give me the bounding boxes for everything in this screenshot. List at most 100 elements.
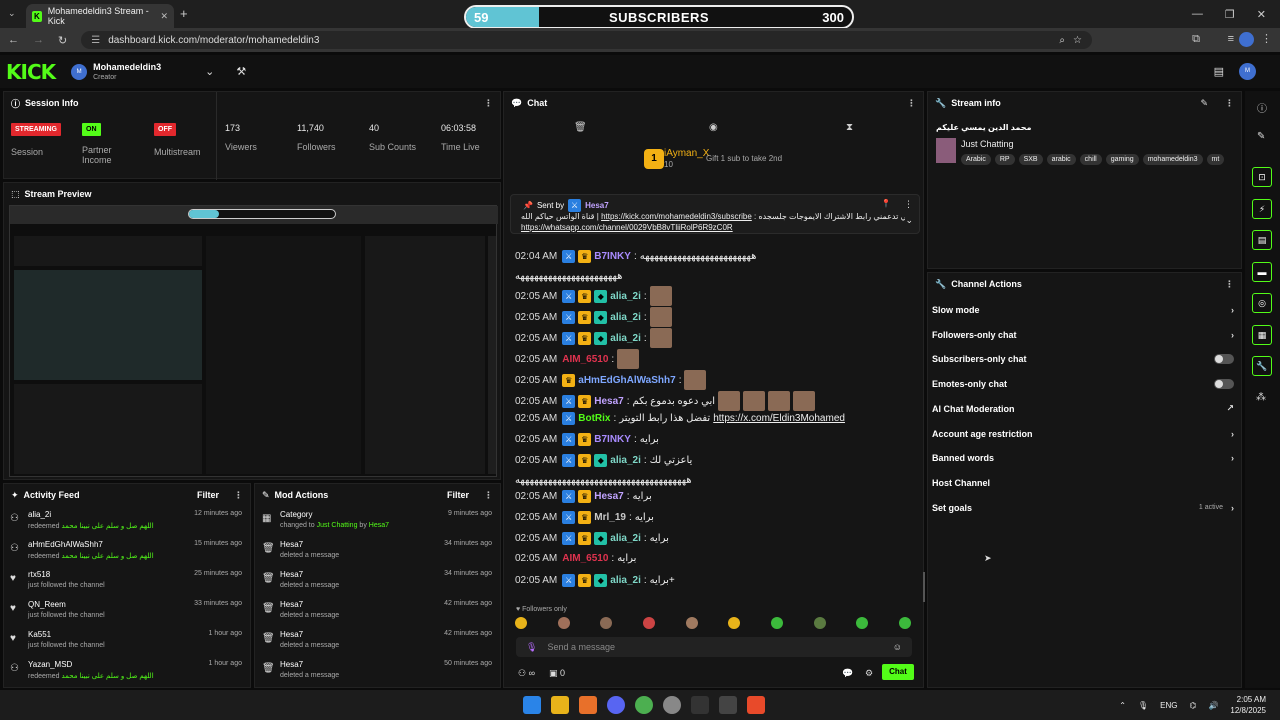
unpin-icon[interactable]: 📍 bbox=[881, 199, 891, 208]
mod-action-item[interactable]: ▦ Category changed to Just Chatting by Hes… bbox=[262, 510, 492, 540]
channel-action-item[interactable]: Slow mode › bbox=[932, 301, 1234, 319]
info-icon[interactable]: ⓘ bbox=[1257, 100, 1267, 115]
emote-icon[interactable] bbox=[770, 617, 783, 629]
pinned-subscribe-link[interactable]: https://kick.com/mohamedeldin3/subscribe bbox=[601, 212, 752, 221]
chat-username[interactable]: B7INKY bbox=[594, 251, 631, 262]
mod-action-item[interactable]: 🗑 Hesa7 deleted a message 34 minutes ago bbox=[262, 570, 492, 600]
stream-tag[interactable]: chill bbox=[1079, 154, 1102, 165]
app-icon[interactable] bbox=[579, 696, 597, 714]
chat-message[interactable]: ههههههههههههههههههههههه bbox=[515, 271, 622, 282]
emote-icon[interactable] bbox=[856, 617, 869, 629]
profile-avatar[interactable] bbox=[1239, 32, 1254, 47]
chat-username[interactable]: alia_2i bbox=[610, 455, 641, 466]
channel-action-item[interactable]: Subscribers-only chat bbox=[932, 350, 1234, 368]
settings-icon[interactable]: ⚙ bbox=[865, 668, 873, 679]
activity-user[interactable]: Yazan_MSD bbox=[28, 660, 72, 669]
chat-emote[interactable] bbox=[768, 391, 791, 411]
close-tab-icon[interactable]: ✕ bbox=[160, 11, 168, 22]
more-options-icon[interactable]: ⋮ bbox=[1225, 279, 1234, 290]
activity-user[interactable]: rtx518 bbox=[28, 570, 50, 579]
channel-action-item[interactable]: Followers-only chat › bbox=[932, 326, 1234, 344]
zoom-icon[interactable]: ⌕ bbox=[1059, 35, 1065, 46]
tab-list-icon[interactable]: ⌄ bbox=[8, 8, 16, 19]
rail-wrench-icon[interactable]: 🔧 bbox=[1252, 356, 1272, 376]
stream-tag[interactable]: gaming bbox=[1105, 154, 1139, 165]
activity-user[interactable]: QN_Reem bbox=[28, 600, 66, 609]
activity-item[interactable]: ⚇ Yazan_MSD redeemed اللهم صل و سلم على نب… bbox=[10, 660, 242, 690]
app-icon[interactable] bbox=[719, 696, 737, 714]
activity-user[interactable]: alia_2i bbox=[28, 510, 51, 519]
chat-message[interactable]: 02:05 AM ⚔ ♛ ◆ alia_2i: برايه+ bbox=[515, 574, 675, 587]
ticket-icon[interactable]: ▣ 0 bbox=[549, 668, 565, 679]
rail-broadcast-icon[interactable]: ◎ bbox=[1252, 293, 1272, 313]
stream-tag[interactable]: SXB bbox=[1018, 154, 1043, 165]
address-bar[interactable]: ☰ dashboard.kick.com/moderator/mohamedel… bbox=[81, 31, 1092, 49]
chevron-down-icon[interactable]: ⌄ bbox=[205, 65, 214, 78]
emote-icon[interactable] bbox=[898, 617, 911, 629]
chat-username[interactable]: aHmEdGhAlWaShh7 bbox=[578, 375, 675, 386]
mod-action-item[interactable]: 🗑 Hesa7 deleted a message 50 minutes ago bbox=[262, 660, 492, 690]
chat-username[interactable]: Mrl_19 bbox=[594, 512, 626, 523]
chat-emote[interactable] bbox=[684, 370, 707, 390]
chevron-right-icon[interactable]: › bbox=[1231, 429, 1234, 439]
emote-icon[interactable] bbox=[728, 617, 741, 629]
chat-bubble-icon[interactable]: ◉ bbox=[709, 122, 718, 133]
chevron-right-icon[interactable]: › bbox=[1231, 305, 1234, 315]
rail-document-icon[interactable]: ▤ bbox=[1252, 230, 1272, 250]
multistream-badge[interactable]: OFF bbox=[154, 123, 176, 136]
pinned-more-icon[interactable]: ⋮ bbox=[904, 199, 913, 210]
chat-message[interactable]: 02:05 AM ⚔ ♛ ◆ alia_2i: bbox=[515, 328, 672, 348]
emote-icon[interactable] bbox=[557, 617, 570, 629]
mod-who[interactable]: Hesa7 bbox=[369, 522, 389, 529]
stream-tag[interactable]: mohamedeldin3 bbox=[1142, 154, 1203, 165]
extensions-icon[interactable]: ⧉ bbox=[1192, 33, 1200, 46]
chat-emote[interactable] bbox=[718, 391, 741, 411]
maximize-icon[interactable]: ❐ bbox=[1225, 8, 1235, 21]
forward-icon[interactable]: → bbox=[33, 34, 44, 46]
site-info-icon[interactable]: ☰ bbox=[91, 35, 100, 46]
toggle-switch[interactable] bbox=[1214, 354, 1234, 365]
obs-icon[interactable] bbox=[691, 696, 709, 714]
rail-layout-icon[interactable]: ▦ bbox=[1252, 325, 1272, 345]
reload-icon[interactable]: ↻ bbox=[58, 34, 67, 47]
chevron-right-icon[interactable]: › bbox=[1231, 330, 1234, 340]
hammer-icon[interactable]: ⚒ bbox=[236, 65, 246, 78]
chat-link[interactable]: https://x.com/Eldin3Mohamed bbox=[713, 413, 845, 424]
back-icon[interactable]: ← bbox=[8, 34, 19, 46]
infinity-icon[interactable]: ⚇ ∞ bbox=[518, 668, 535, 679]
language-indicator[interactable]: ENG bbox=[1160, 701, 1177, 710]
app-icon[interactable] bbox=[663, 696, 681, 714]
hourglass-icon[interactable]: ⧗ bbox=[846, 122, 853, 133]
activity-item[interactable]: ⚇ alia_2i redeemed اللهم صل و سلم على نبين… bbox=[10, 510, 242, 540]
chat-username[interactable]: AIM_6510 bbox=[562, 553, 608, 564]
stream-tag[interactable]: Arabic bbox=[961, 154, 991, 165]
chat-message[interactable]: 02:05 AM ⚔ ♛ ◆ alia_2i: bbox=[515, 307, 672, 327]
chat-username[interactable]: B7INKY bbox=[594, 434, 631, 445]
emoji-icon[interactable]: ☺ bbox=[893, 642, 902, 652]
activity-user[interactable]: aHmEdGhAlWaShh7 bbox=[28, 540, 103, 549]
file-explorer-icon[interactable] bbox=[551, 696, 569, 714]
chat-input-box[interactable]: 🎙 Send a message ☺ bbox=[516, 637, 912, 657]
chat-message[interactable]: 02:05 AM ⚔ BotRix: تفضل هذا رابط التويتر htt… bbox=[515, 412, 845, 425]
chat-emote[interactable] bbox=[617, 349, 640, 369]
mod-action-item[interactable]: 🗑 Hesa7 deleted a message 42 minutes ago bbox=[262, 600, 492, 630]
partner-income-badge[interactable]: ON bbox=[82, 123, 101, 136]
chevron-right-icon[interactable]: › bbox=[1231, 503, 1234, 513]
activity-filter-button[interactable]: Filter bbox=[197, 490, 219, 500]
user-avatar[interactable]: M bbox=[1239, 63, 1256, 80]
chevron-right-icon[interactable]: › bbox=[1231, 453, 1234, 463]
windows-start-icon[interactable] bbox=[523, 696, 541, 714]
mod-filter-button[interactable]: Filter bbox=[447, 490, 469, 500]
rail-chat-icon[interactable]: ▬ bbox=[1252, 262, 1272, 282]
clock[interactable]: 2:05 AM 12/8/2025 bbox=[1230, 694, 1266, 716]
more-options-icon[interactable]: ⋮ bbox=[907, 98, 916, 109]
chat-username[interactable]: alia_2i bbox=[610, 312, 641, 323]
chat-username[interactable]: Hesa7 bbox=[594, 491, 623, 502]
chat-username[interactable]: alia_2i bbox=[610, 291, 641, 302]
emote-icon[interactable] bbox=[642, 617, 655, 629]
chat-username[interactable]: BotRix bbox=[578, 413, 610, 424]
chat-emote[interactable] bbox=[793, 391, 816, 411]
browser-menu-icon[interactable]: ⋮ bbox=[1261, 32, 1272, 45]
chrome-icon[interactable] bbox=[635, 696, 653, 714]
mod-action-item[interactable]: 🗑 Hesa7 deleted a message 34 minutes ago bbox=[262, 540, 492, 570]
